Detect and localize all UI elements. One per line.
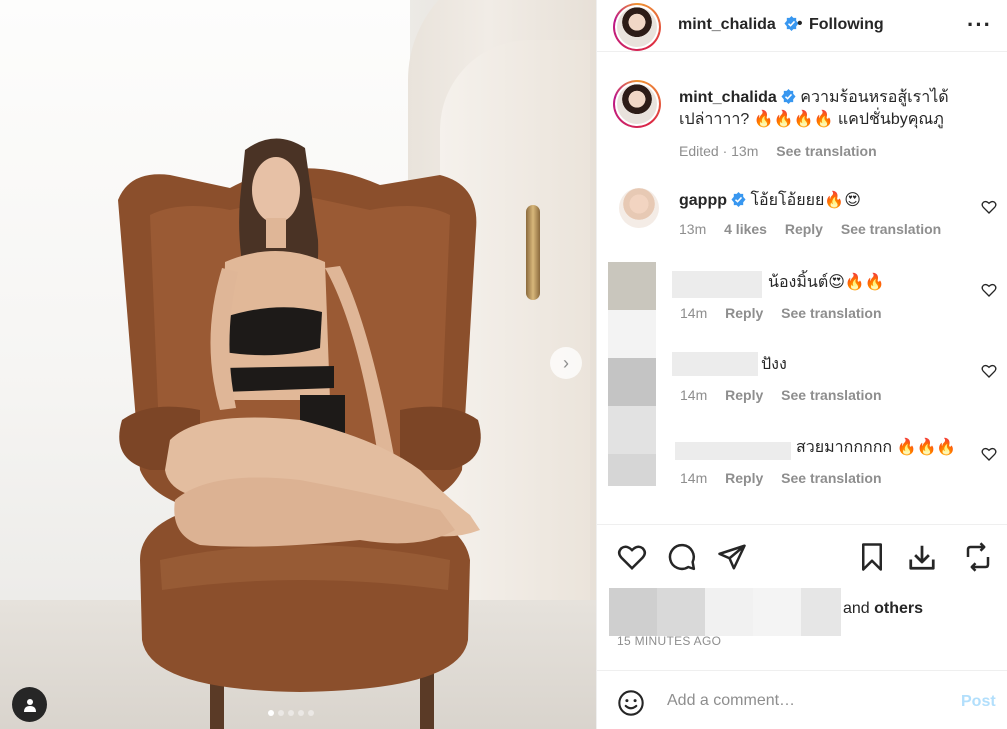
carousel-indicator xyxy=(268,710,314,716)
comment-reply[interactable]: Reply xyxy=(725,387,763,403)
comment-like-heart-icon[interactable] xyxy=(981,282,997,298)
liked-by-avatar-blurred[interactable] xyxy=(801,588,841,636)
separator-dot: • xyxy=(797,15,803,32)
comment-text: น้องมิ้นต์😍🔥🔥 xyxy=(768,274,885,291)
emoji-icon[interactable] xyxy=(617,689,645,717)
comments-list[interactable]: mint_chalida ความร้อนหรอสู้เราได้ เปล่าา… xyxy=(597,52,1007,524)
commenter-avatar-blurred[interactable] xyxy=(608,454,656,486)
caption: mint_chalida ความร้อนหรอสู้เราได้ เปล่าา… xyxy=(679,87,979,159)
chevron-right-icon: › xyxy=(563,352,569,373)
download-icon[interactable] xyxy=(907,542,937,572)
liked-by-summary[interactable]: and others xyxy=(843,600,923,618)
commenter-avatar[interactable] xyxy=(619,188,659,228)
commenter-avatar-blurred[interactable] xyxy=(608,406,656,454)
carousel-dot xyxy=(298,710,304,716)
comment-see-translation[interactable]: See translation xyxy=(781,305,881,321)
comment-see-translation[interactable]: See translation xyxy=(781,470,881,486)
comment-reply[interactable]: Reply xyxy=(725,470,763,486)
comment-input[interactable] xyxy=(667,689,937,713)
repost-icon[interactable] xyxy=(963,542,993,572)
commenter-avatar-blurred[interactable] xyxy=(608,262,656,310)
comment-reply[interactable]: Reply xyxy=(785,221,823,237)
caption-username[interactable]: mint_chalida xyxy=(679,89,777,106)
comment-text: ปังง xyxy=(761,356,787,373)
save-icon[interactable] xyxy=(857,542,887,572)
caption-text-line2: เปล่าาาา? 🔥🔥🔥🔥 แคปชั่นbyคุณภู xyxy=(679,111,944,128)
post-comment-button[interactable]: Post xyxy=(961,693,996,711)
post-timestamp[interactable]: 15 MINUTES AGO xyxy=(617,634,721,648)
verified-badge-icon xyxy=(731,192,746,207)
carousel-dot xyxy=(268,710,274,716)
comment-text: สวยมากกกกก 🔥🔥🔥 xyxy=(796,439,957,456)
commenter-avatar-blurred[interactable] xyxy=(608,310,656,358)
liked-by-avatar-blurred[interactable] xyxy=(753,588,801,636)
comment-time: 13m xyxy=(679,221,707,237)
liked-by-avatar-blurred[interactable] xyxy=(657,588,705,636)
comment-username-blurred[interactable] xyxy=(675,442,791,460)
comment-item: gappp โอ้ยโอ้ยยย🔥😍 13m 4 likes Reply See… xyxy=(679,190,969,237)
comment-time: 14m xyxy=(680,387,708,403)
comment-see-translation[interactable]: See translation xyxy=(841,221,941,237)
comment-time: 14m xyxy=(680,470,708,486)
commenter-avatar-blurred[interactable] xyxy=(608,358,656,406)
comment-composer: Post xyxy=(597,670,1007,729)
caption-author-avatar[interactable] xyxy=(613,80,661,128)
post-photo[interactable]: › xyxy=(0,0,596,729)
comment-meta: 14m Reply See translation xyxy=(680,387,896,403)
carousel-dot xyxy=(288,710,294,716)
more-options-icon[interactable]: ··· xyxy=(967,12,992,38)
comment-item: ปังง xyxy=(761,354,961,376)
post-header: mint_chalida • Following ··· xyxy=(597,0,1007,52)
comment-see-translation[interactable]: See translation xyxy=(781,387,881,403)
comment-meta: 14m Reply See translation xyxy=(680,470,896,486)
carousel-dot xyxy=(308,710,314,716)
carousel-dot xyxy=(278,710,284,716)
caption-text-line1: ความร้อนหรอสู้เราได้ xyxy=(800,89,949,106)
following-button[interactable]: Following xyxy=(809,16,884,34)
liked-by-avatar-blurred[interactable] xyxy=(705,588,753,636)
post-actions: and others 15 MINUTES AGO xyxy=(597,524,1007,670)
carousel-next-button[interactable]: › xyxy=(550,347,582,379)
share-icon[interactable] xyxy=(717,542,747,572)
comment-text: โอ้ยโอ้ยยย🔥😍 xyxy=(750,192,861,209)
verified-badge-icon xyxy=(781,89,796,104)
tagged-users-button[interactable] xyxy=(12,687,47,722)
liked-by-others[interactable]: others xyxy=(874,600,923,617)
liked-by-avatar-blurred[interactable] xyxy=(609,588,657,636)
comment-time: 14m xyxy=(680,305,708,321)
comment-item: น้องมิ้นต์😍🔥🔥 xyxy=(768,272,968,294)
comment-likes[interactable]: 4 likes xyxy=(724,221,767,237)
author-username-text[interactable]: mint_chalida xyxy=(678,16,776,33)
caption-edited-time: Edited · 13m xyxy=(679,143,759,159)
comment-item: สวยมากกกกก 🔥🔥🔥 xyxy=(796,437,986,459)
comment-icon[interactable] xyxy=(667,542,697,572)
author-avatar[interactable] xyxy=(613,3,661,51)
comment-reply[interactable]: Reply xyxy=(725,305,763,321)
comment-username-blurred[interactable] xyxy=(672,352,758,376)
caption-see-translation[interactable]: See translation xyxy=(776,143,876,159)
liked-by-and: and xyxy=(843,600,870,617)
comment-like-heart-icon[interactable] xyxy=(981,446,997,462)
comment-username-blurred[interactable] xyxy=(672,271,762,298)
post-side-panel: mint_chalida • Following ··· mint_chalid… xyxy=(596,0,1007,729)
photo-subject-illustration xyxy=(118,138,481,729)
comment-like-heart-icon[interactable] xyxy=(981,363,997,379)
comment-username[interactable]: gappp xyxy=(679,192,727,209)
user-icon xyxy=(23,698,36,712)
author-username[interactable]: mint_chalida xyxy=(678,16,799,34)
comment-meta: 14m Reply See translation xyxy=(680,305,896,321)
comment-like-heart-icon[interactable] xyxy=(981,199,997,215)
heart-icon[interactable] xyxy=(617,542,647,572)
